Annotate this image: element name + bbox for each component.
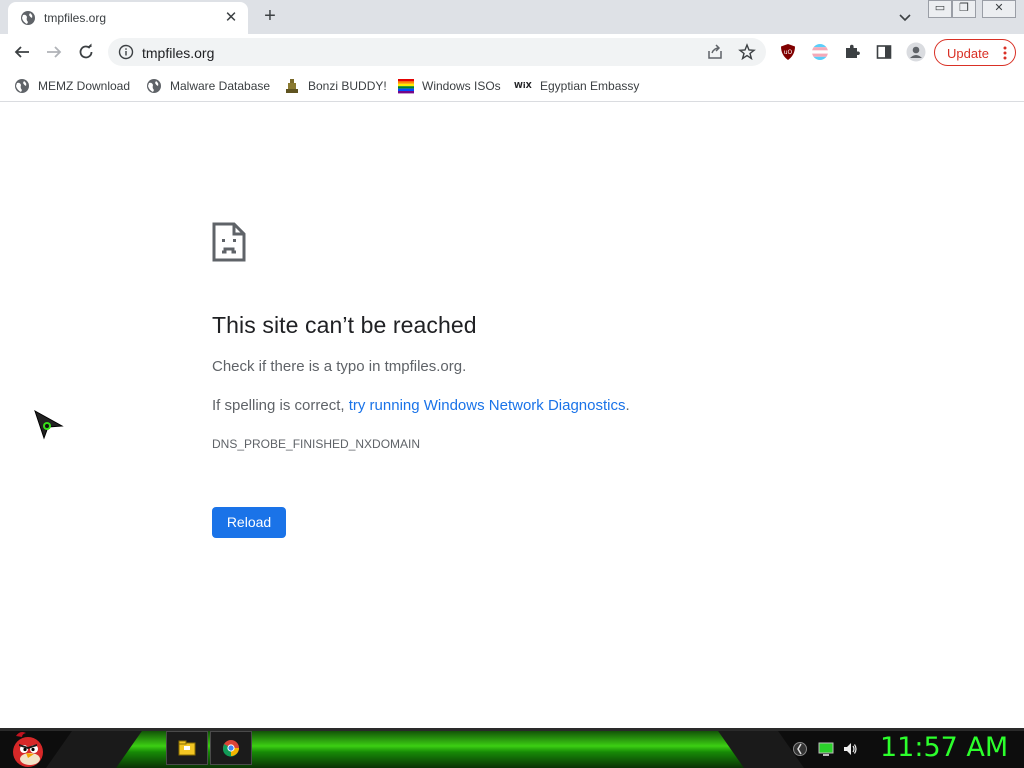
diagnostics-hint: If spelling is correct, try running Wind… xyxy=(212,397,630,414)
error-code: DNS_PROBE_FINISHED_NXDOMAIN xyxy=(212,437,421,451)
bookmark-label: Bonzi BUDDY! xyxy=(308,79,387,93)
flag-circle-icon xyxy=(812,44,828,60)
back-arrow-icon xyxy=(14,46,29,58)
reload-icon xyxy=(79,43,93,59)
network-glyph-icon xyxy=(793,742,807,756)
tab-close-icon[interactable]: ✕ xyxy=(222,9,240,27)
chrome-icon xyxy=(222,740,239,757)
kebab-menu-icon[interactable] xyxy=(999,44,1011,62)
puzzle-icon xyxy=(846,44,860,58)
diagnostics-suffix: . xyxy=(625,397,630,414)
angry-bird-icon[interactable] xyxy=(8,730,48,768)
network-icon[interactable] xyxy=(792,741,808,757)
forward-button[interactable] xyxy=(42,40,66,64)
back-button[interactable] xyxy=(10,40,34,64)
avatar-icon xyxy=(906,42,926,62)
globe-icon xyxy=(147,79,161,93)
new-tab-button[interactable]: + xyxy=(260,6,280,26)
taskbar-top-edge xyxy=(0,728,1024,731)
bonzi-icon xyxy=(286,79,298,93)
forward-arrow-icon xyxy=(47,46,62,58)
bookmark-label: Egyptian Embassy xyxy=(540,79,640,93)
reload-toolbar-button[interactable] xyxy=(74,40,98,64)
sad-document-icon xyxy=(212,222,246,262)
bookmark-memz[interactable]: MEMZ Download xyxy=(14,75,130,97)
bookmark-star-icon[interactable] xyxy=(738,43,756,61)
update-label: Update xyxy=(947,46,989,61)
share-icon[interactable] xyxy=(706,43,724,61)
taskbar-clock[interactable]: 11:57 AM xyxy=(880,732,1008,763)
extensions-puzzle-icon[interactable] xyxy=(842,42,862,62)
bookmark-windows-isos[interactable]: Windows ISOs xyxy=(398,75,501,97)
address-bar[interactable]: tmpfiles.org xyxy=(108,38,766,66)
monitor-icon[interactable] xyxy=(818,741,834,757)
minimize-button[interactable]: ▭ xyxy=(928,0,952,18)
bookmark-malware-database[interactable]: Malware Database xyxy=(146,75,270,97)
bookmark-label: Malware Database xyxy=(170,79,271,93)
error-title: This site can’t be reached xyxy=(212,312,477,338)
speaker-icon xyxy=(844,743,857,755)
tab-tmpfiles[interactable]: tmpfiles.org ✕ xyxy=(8,2,248,34)
wix-icon: WiX xyxy=(514,81,532,90)
taskbar-chrome[interactable] xyxy=(210,731,252,765)
trans-flag-icon[interactable] xyxy=(810,42,830,62)
tab-title: tmpfiles.org xyxy=(44,11,107,25)
typo-hint: Check if there is a typo in tmpfiles.org… xyxy=(212,358,467,375)
network-diagnostics-link[interactable]: try running Windows Network Diagnostics xyxy=(349,397,626,414)
bookmarks-bar: MEMZ Download Malware Database Bonzi BUD… xyxy=(0,70,1024,102)
bookmark-label: Windows ISOs xyxy=(422,79,501,93)
info-icon[interactable] xyxy=(118,44,134,60)
taskbar: 11:57 AM xyxy=(0,728,1024,768)
globe-icon xyxy=(15,79,29,93)
bookmark-bonzi-buddy[interactable]: Bonzi BUDDY! xyxy=(284,75,387,97)
reload-button[interactable]: Reload xyxy=(212,507,286,538)
ublock-shield-icon: uO xyxy=(781,44,795,60)
volume-icon[interactable] xyxy=(842,741,858,757)
monitor-glyph-icon xyxy=(818,742,834,756)
file-explorer-icon xyxy=(178,740,196,756)
bookmark-label: MEMZ Download xyxy=(38,79,131,93)
ublock-origin-icon[interactable]: uO xyxy=(778,42,798,62)
profile-avatar-icon[interactable] xyxy=(906,42,926,62)
mouse-cursor-icon xyxy=(34,410,64,440)
update-button[interactable]: Update xyxy=(934,39,1016,66)
close-window-button[interactable]: ✕ xyxy=(982,0,1016,18)
maximize-button[interactable]: ❐ xyxy=(952,0,976,18)
svg-text:uO: uO xyxy=(784,49,793,56)
browser-toolbar: tmpfiles.org uO Update xyxy=(0,34,1024,70)
globe-icon xyxy=(21,11,35,25)
tab-search-chevron-icon[interactable] xyxy=(896,8,914,26)
side-panel-icon[interactable] xyxy=(874,42,894,62)
diagnostics-prefix: If spelling is correct, xyxy=(212,397,349,414)
side-panel-glyph-icon xyxy=(876,45,892,59)
taskbar-file-explorer[interactable] xyxy=(166,731,208,765)
windows-flag-icon xyxy=(398,79,414,94)
bookmark-egyptian-embassy[interactable]: WiX Egyptian Embassy xyxy=(514,75,639,97)
url-text[interactable]: tmpfiles.org xyxy=(142,45,214,61)
tab-strip: tmpfiles.org ✕ + ▭ ❐ ✕ xyxy=(0,0,1024,34)
